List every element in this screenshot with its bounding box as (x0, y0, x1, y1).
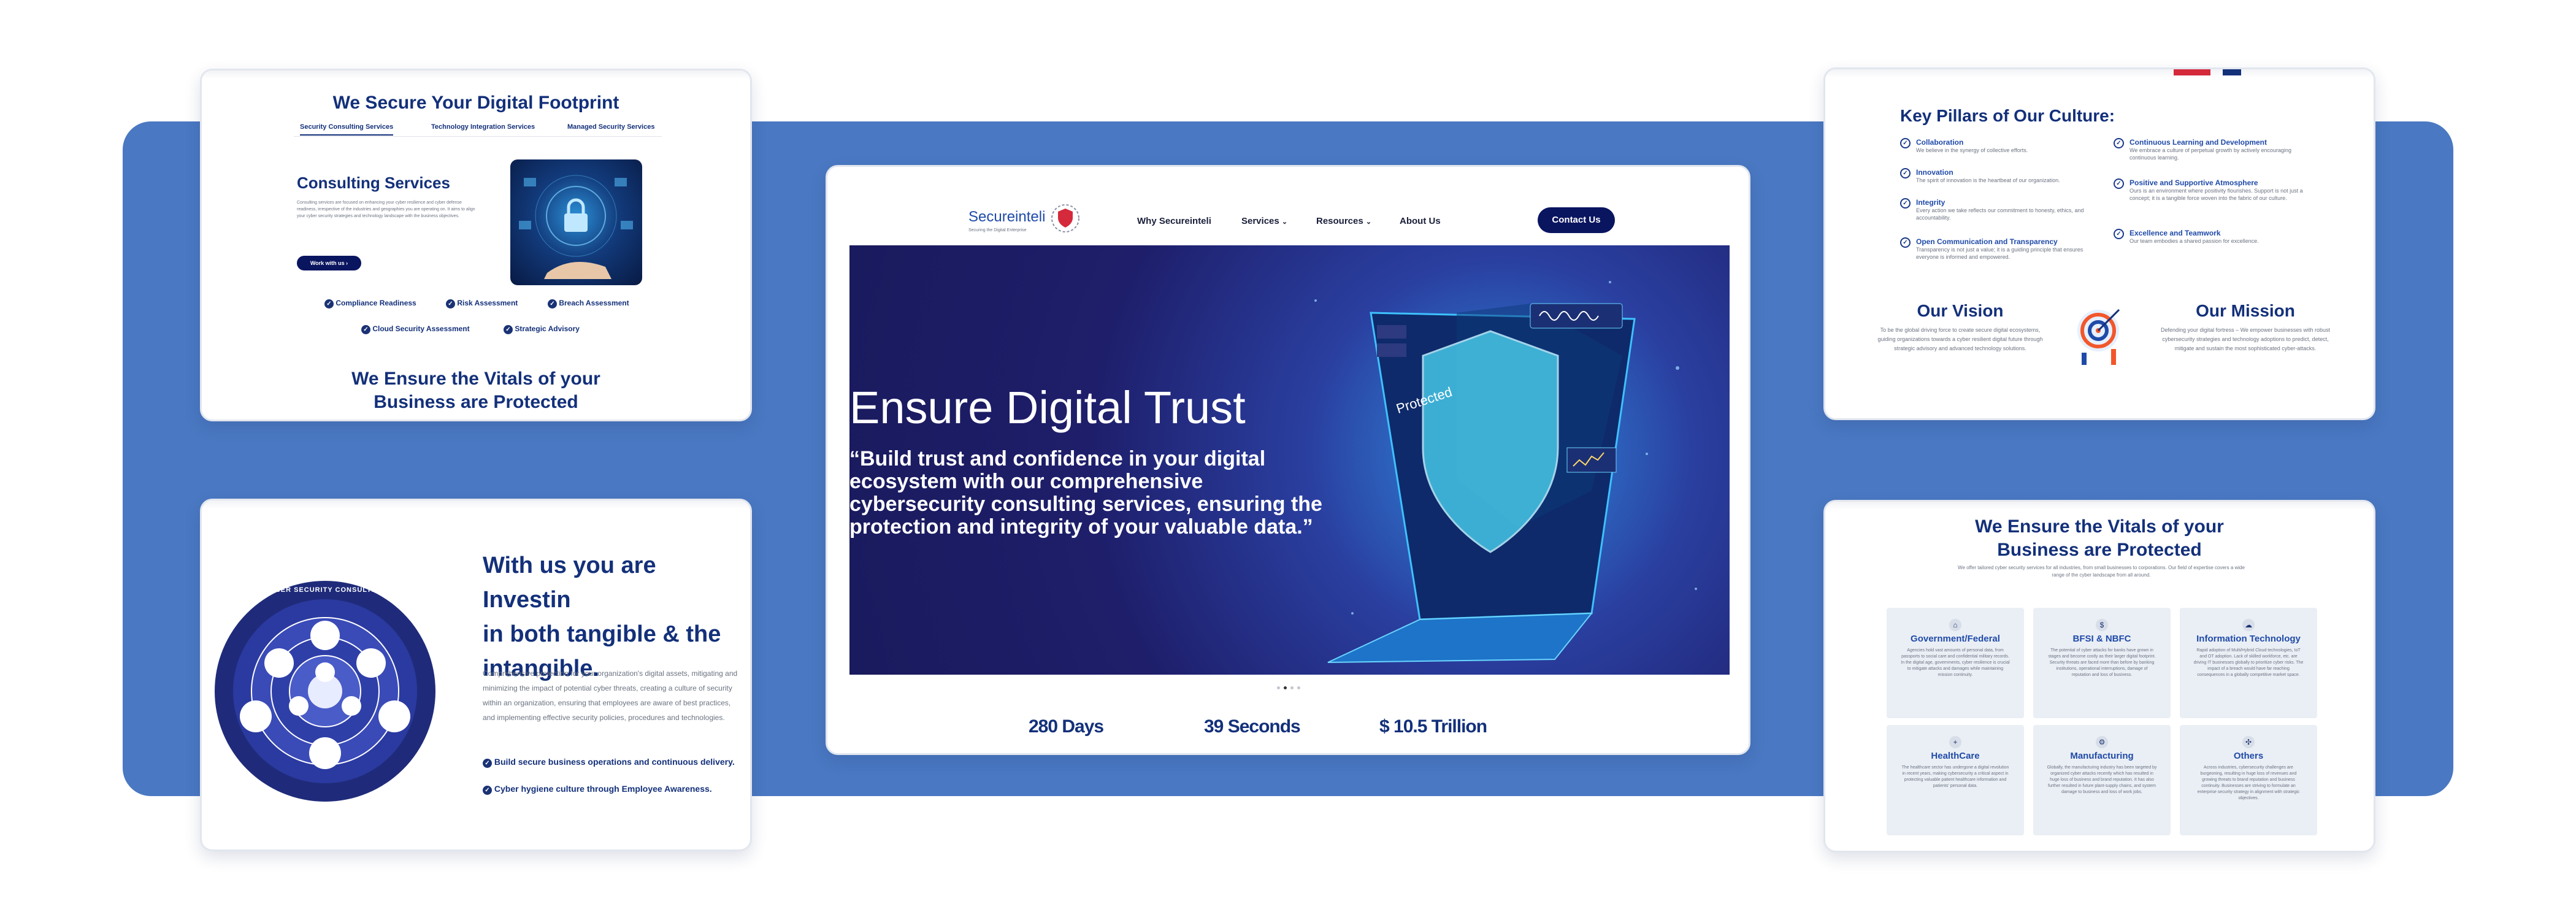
nav-resources[interactable]: Resources ⌄ (1316, 216, 1371, 226)
wheel-title: CYBER SECURITY CONSULTING (264, 586, 386, 594)
industries-subtitle: We offer tailored cyber security service… (1958, 565, 2245, 578)
pillar-item: ✓ Collaboration We believe in the synergy … (1900, 138, 2093, 168)
check-circle-icon: ✓ (1900, 138, 1911, 148)
hero-quote: “Build trust and confidence in your digi… (849, 447, 1322, 539)
check-icon: ✓ (483, 759, 492, 768)
arrow-right-icon: › (346, 260, 348, 266)
consulting-section-title: Consulting Services (297, 174, 450, 192)
check-circle-icon: ✓ (1900, 237, 1911, 248)
hero-title: Ensure Digital Trust (849, 382, 1246, 433)
stat-trillion: $ 10.5 Trillion (1379, 716, 1487, 737)
check-item: ✓ Strategic Advisory (504, 324, 580, 334)
check-item: ✓ Cloud Security Assessment (361, 324, 470, 334)
check-icon: ✓ (446, 299, 455, 309)
industries-heading: We Ensure the Vitals of your Business ar… (1975, 516, 2224, 560)
target-icon (2077, 309, 2120, 365)
stat-seconds: 39 Seconds (1204, 716, 1301, 737)
nav-about-us[interactable]: About Us (1400, 216, 1441, 226)
check-circle-icon: ✓ (2114, 138, 2124, 148)
carousel-dot[interactable] (1290, 686, 1294, 689)
pillar-item: ✓ Open Communication and Transparency Tran… (1900, 237, 2093, 274)
check-circle-icon: ✓ (1900, 198, 1911, 209)
target-illustration (2064, 300, 2132, 367)
pillar-item: ✓ Integrity Every action we take reflects … (1900, 198, 2093, 237)
vision-text: To be the global driving force to create… (1877, 327, 2043, 351)
grid-icon: ✣ (2242, 736, 2255, 748)
lock-cloud-image (510, 159, 642, 285)
pillar-item: ✓ Positive and Supportive Atmosphere Ours … (2114, 178, 2307, 229)
services-preview-card: We Secure Your Digital Footprint Securit… (200, 69, 752, 421)
culture-card: Key Pillars of Our Culture: ✓ Collaborati… (1823, 67, 2375, 420)
investment-paragraph: Comprehensive protection for your organi… (483, 669, 738, 722)
industries-card: We Ensure the Vitals of your Business ar… (1823, 500, 2375, 853)
check-item: ✓ Breach Assessment (548, 299, 629, 309)
pillar-item: ✓ Innovation The spirit of innovation is t… (1900, 168, 2093, 198)
check-icon: ✓ (504, 325, 513, 334)
nav-why-secureinteli[interactable]: Why Secureinteli (1137, 216, 1211, 226)
nav-services[interactable]: Services ⌄ (1241, 216, 1287, 226)
pillar-item: ✓ Excellence and Teamwork Our team embodie… (2114, 229, 2307, 253)
partial-header-strip (2174, 69, 2296, 78)
gear-icon: ⚙ (2096, 736, 2108, 748)
cyber-consulting-wheel: CYBER SECURITY CONSULTING (214, 580, 436, 802)
mission-title: Our Mission (2196, 301, 2295, 320)
health-icon: + (1949, 736, 1961, 748)
check-icon: ✓ (483, 786, 492, 795)
investment-card: CYBER SECURITY CONSULTING With us you ar… (200, 499, 752, 851)
tab-managed-security[interactable]: Managed Security Services (567, 123, 654, 131)
check-icon: ✓ (324, 299, 334, 309)
check-item: ✓ Risk Assessment (446, 299, 518, 309)
mission-text: Defending your digital fortress – We emp… (2161, 327, 2330, 351)
bank-icon: $ (2096, 619, 2108, 631)
pillars-right-column: ✓ Continuous Learning and Development We e… (2114, 138, 2307, 253)
pillars-left-column: ✓ Collaboration We believe in the synergy … (1900, 138, 2093, 274)
services-title: We Secure Your Digital Footprint (332, 93, 619, 113)
industry-tile-government[interactable]: ⌂ Government/Federal Agencies hold vast … (1887, 608, 2024, 718)
chevron-down-icon: ⌄ (1281, 218, 1288, 226)
industry-tile-manufacturing[interactable]: ⚙ Manufacturing Globally, the manufactur… (2033, 725, 2171, 835)
government-icon: ⌂ (1949, 619, 1961, 631)
chevron-down-icon: ⌄ (1365, 218, 1372, 226)
carousel-dot[interactable] (1297, 686, 1300, 689)
homepage-card: Secureinteli Securing the Digital Enterp… (826, 165, 1750, 755)
carousel-dot[interactable] (1284, 686, 1287, 689)
check-circle-icon: ✓ (2114, 229, 2124, 239)
check-icon: ✓ (361, 325, 370, 334)
check-item: ✓ Cyber hygiene culture through Employee… (483, 784, 712, 795)
check-icon: ✓ (548, 299, 557, 309)
check-circle-icon: ✓ (2114, 178, 2124, 189)
tab-technology-integration[interactable]: Technology Integration Services (431, 123, 535, 131)
carousel-dot[interactable] (1277, 686, 1280, 689)
contact-us-button[interactable]: Contact Us (1538, 207, 1615, 233)
check-circle-icon: ✓ (1900, 168, 1911, 178)
logo-tagline: Securing the Digital Enterprise (968, 228, 1027, 232)
stat-days: 280 Days (1029, 716, 1104, 737)
check-item: ✓ Compliance Readiness (324, 299, 416, 309)
industry-tile-others[interactable]: ✣ Others Across industries, cybersecurit… (2180, 725, 2317, 835)
industry-tile-bfsi[interactable]: $ BFSI & NBFC The potential of cyber att… (2033, 608, 2171, 718)
investment-heading: With us you are Investin in both tangibl… (483, 553, 721, 681)
tab-security-consulting[interactable]: Security Consulting Services (300, 123, 394, 136)
work-with-us-button[interactable]: Work with us › (297, 256, 361, 270)
pillar-item: ✓ Continuous Learning and Development We e… (2114, 138, 2307, 178)
culture-title: Key Pillars of Our Culture: (1900, 106, 2115, 125)
industry-tile-it[interactable]: ☁ Information Technology Rapid adoption … (2180, 608, 2317, 718)
check-item: ✓ Build secure business operations and c… (483, 757, 735, 768)
carousel-dots (1277, 681, 1300, 692)
industry-tile-healthcare[interactable]: + HealthCare The healthcare sector has u… (1887, 725, 2024, 835)
hero-banner: Protected Ensure Digital Trust “Build tr… (849, 245, 1730, 675)
vitals-heading: We Ensure the Vitals of your Business ar… (351, 369, 600, 412)
services-tabs: Security Consulting Services Technology … (294, 121, 662, 137)
lock-icon (519, 175, 633, 279)
vision-title: Our Vision (1917, 301, 2004, 320)
consulting-section-text: Consulting services are focused on enhan… (297, 201, 475, 218)
cloud-icon: ☁ (2242, 619, 2255, 631)
logo-emblem-icon (1051, 204, 1079, 232)
